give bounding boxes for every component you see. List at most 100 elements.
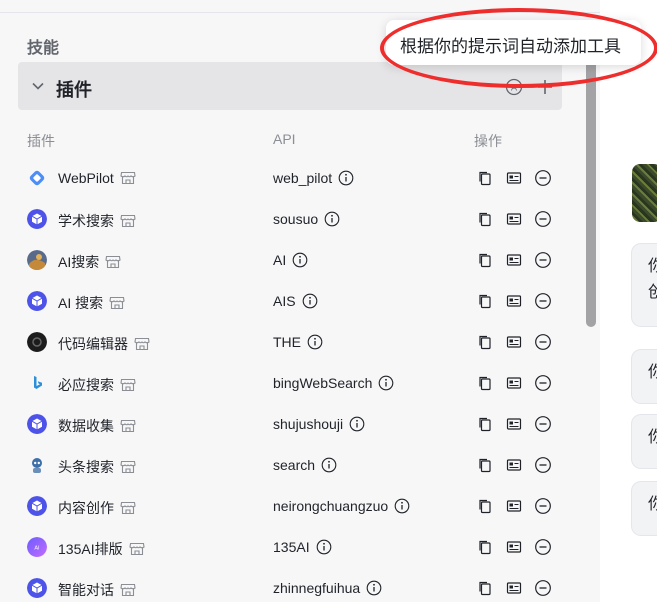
copy-icon[interactable] [476,415,494,433]
remove-icon[interactable] [534,374,552,392]
api-cell: AIS [273,293,318,309]
store-icon[interactable] [120,378,136,392]
plugin-name-cell: WebPilot [58,170,136,186]
api-cell: THE [273,334,323,350]
api-cell: web_pilot [273,170,354,186]
copy-icon[interactable] [476,579,494,597]
info-icon[interactable] [302,293,318,309]
remove-icon[interactable] [534,251,552,269]
card-icon[interactable] [505,169,523,187]
plugin-logo-icon [27,578,47,598]
plugin-name: WebPilot [58,170,114,186]
plugin-name-cell: 智能对话 [58,580,136,600]
info-icon[interactable] [394,498,410,514]
copy-icon[interactable] [476,497,494,515]
copy-icon[interactable] [476,210,494,228]
info-icon[interactable] [349,416,365,432]
bubble-text: 你 [648,496,657,513]
store-icon[interactable] [109,296,125,310]
plugin-name-cell: AI搜索 [58,252,121,272]
copy-icon[interactable] [476,374,494,392]
store-icon[interactable] [120,501,136,515]
card-icon[interactable] [505,374,523,392]
remove-icon[interactable] [534,169,552,187]
card-icon[interactable] [505,415,523,433]
store-icon[interactable] [120,171,136,185]
store-icon[interactable] [120,214,136,228]
copy-icon[interactable] [476,251,494,269]
api-name: 135AI [273,539,310,555]
copy-icon[interactable] [476,292,494,310]
remove-icon[interactable] [534,497,552,515]
store-icon[interactable] [134,337,150,351]
api-name: bingWebSearch [273,375,373,391]
copy-icon[interactable] [476,456,494,474]
column-header-api: API [273,131,296,147]
chevron-down-icon[interactable] [30,78,46,94]
section-title: 技能 [27,40,60,57]
row-actions [476,538,552,556]
info-icon[interactable] [292,252,308,268]
remove-icon[interactable] [534,456,552,474]
row-actions [476,415,552,433]
copy-icon[interactable] [476,169,494,187]
bubble-text: 你 创 [648,258,657,301]
bubble-text: 你 [648,429,657,446]
card-icon[interactable] [505,251,523,269]
chat-bubble[interactable]: 你 [631,414,657,469]
info-icon[interactable] [324,211,340,227]
chat-bubble[interactable]: 你 [631,481,657,536]
table-row: AI 搜索 AIS [0,281,580,322]
plugin-name: AI搜索 [58,254,100,270]
plugin-name: 135AI排版 [58,541,123,557]
remove-icon[interactable] [534,538,552,556]
info-icon[interactable] [316,539,332,555]
remove-icon[interactable] [534,292,552,310]
api-name: web_pilot [273,170,333,186]
plugin-logo-icon [27,291,47,311]
chat-bubble[interactable]: 你 [631,349,657,404]
card-icon[interactable] [505,579,523,597]
info-icon[interactable] [338,170,354,186]
api-cell: sousuo [273,211,340,227]
table-row: 代码编辑器 THE [0,322,580,363]
remove-icon[interactable] [534,415,552,433]
api-name: neirongchuangzuo [273,498,389,514]
remove-icon[interactable] [534,579,552,597]
thumbnail-image[interactable] [632,164,657,222]
api-name: THE [273,334,301,350]
card-icon[interactable] [505,333,523,351]
store-icon[interactable] [120,460,136,474]
plugin-name: 必应搜索 [58,377,114,393]
chat-bubble[interactable]: 你 创 [631,243,657,327]
store-icon[interactable] [120,583,136,597]
info-icon[interactable] [366,580,382,596]
api-cell: shujushouji [273,416,365,432]
card-icon[interactable] [505,456,523,474]
info-icon[interactable] [378,375,394,391]
plugin-name: 智能对话 [58,582,114,598]
card-icon[interactable] [505,210,523,228]
copy-icon[interactable] [476,538,494,556]
plugin-name-cell: 数据收集 [58,416,136,436]
scrollbar[interactable] [586,55,596,327]
plugin-name-cell: 内容创作 [58,498,136,518]
plugin-name: AI 搜索 [58,295,104,311]
plugin-name: 学术搜索 [58,213,114,229]
remove-icon[interactable] [534,333,552,351]
card-icon[interactable] [505,538,523,556]
api-name: AI [273,252,287,268]
remove-icon[interactable] [534,210,552,228]
store-icon[interactable] [129,542,145,556]
plugin-logo-icon [27,414,47,434]
card-icon[interactable] [505,497,523,515]
copy-icon[interactable] [476,333,494,351]
store-icon[interactable] [120,419,136,433]
column-header-ops: 操作 [474,133,502,149]
info-icon[interactable] [321,457,337,473]
api-name: shujushouji [273,416,344,432]
store-icon[interactable] [105,255,121,269]
plugin-name-cell: 135AI排版 [58,539,145,559]
info-icon[interactable] [307,334,323,350]
card-icon[interactable] [505,292,523,310]
